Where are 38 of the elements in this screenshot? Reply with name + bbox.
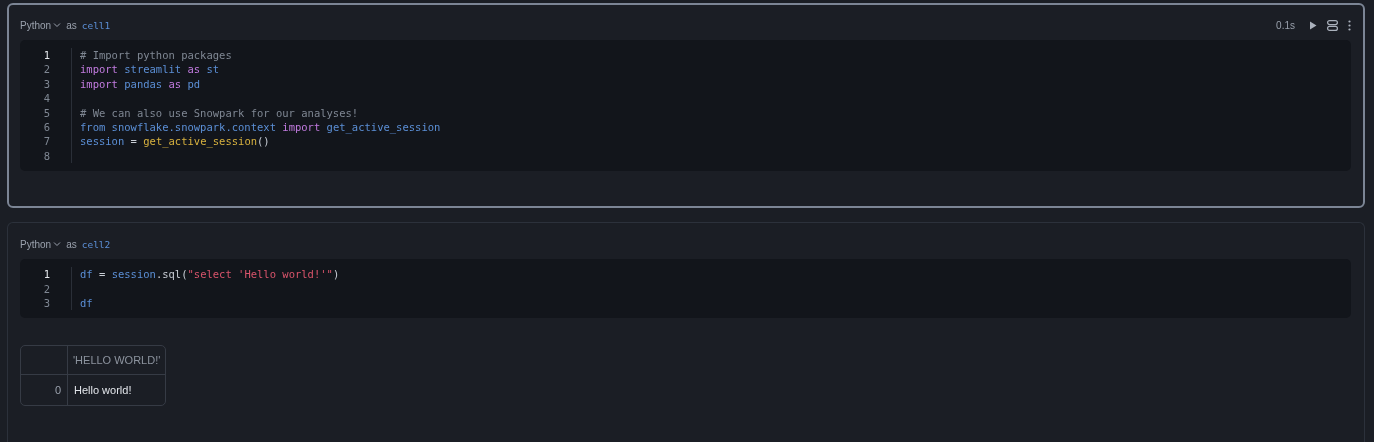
- line-number: 3: [43, 76, 50, 92]
- cell-name[interactable]: cell1: [81, 19, 111, 31]
- code-line: df: [80, 296, 94, 311]
- line-number: 7: [43, 134, 50, 149]
- cell-name[interactable]: cell2: [81, 238, 111, 250]
- more-icon[interactable]: [1348, 19, 1351, 31]
- as-label: as: [66, 238, 77, 250]
- notebook-cell[interactable]: [7, 3, 1365, 209]
- line-number: 5: [43, 105, 50, 121]
- code-line: import pandas as pd: [80, 76, 202, 92]
- line-number: 2: [43, 62, 50, 77]
- header-cell: [21, 346, 68, 376]
- chevron-down-icon: [53, 22, 62, 28]
- run-time: 0.1s: [1276, 19, 1295, 31]
- stack-icon[interactable]: [1327, 19, 1338, 31]
- code-line: session = get_active_session(): [80, 134, 271, 149]
- language-dropdown[interactable]: Python: [20, 19, 62, 31]
- as-label: as: [66, 19, 77, 31]
- chevron-down-icon: [53, 241, 62, 248]
- line-number: 3: [43, 296, 50, 311]
- line-number: 1: [43, 48, 50, 63]
- table-cell-text: Hello world!: [73, 383, 133, 399]
- line-number: 4: [43, 91, 50, 106]
- line-number: 2: [43, 281, 50, 297]
- code-line: # Import python packages: [80, 48, 233, 63]
- row-index: 0: [21, 375, 68, 406]
- line-number: 1: [43, 267, 50, 282]
- run-icon[interactable]: [1309, 20, 1317, 30]
- language-dropdown[interactable]: Python: [20, 238, 62, 250]
- notebook-cell[interactable]: Python as cell2 1 2 3 df = session.sql("select 'Hello world!'") df 'HELLO WORLD!' 0 Hello world!: [7, 222, 1365, 442]
- code-line: from snowflake.snowpark.context import get_active_session: [80, 119, 441, 135]
- column-header: 'HELLO WORLD!': [68, 346, 166, 376]
- code-editor[interactable]: 1 2 3 df = session.sql("select 'Hello world!'") df: [20, 259, 1351, 319]
- line-number: 6: [43, 120, 50, 135]
- code-line: df = session.sql("select 'Hello world!'"): [80, 267, 340, 282]
- code-line: import streamlit as st: [80, 62, 221, 77]
- line-number: 8: [43, 148, 50, 164]
- code-line: # We can also use Snowpark for our analyses!: [80, 105, 360, 120]
